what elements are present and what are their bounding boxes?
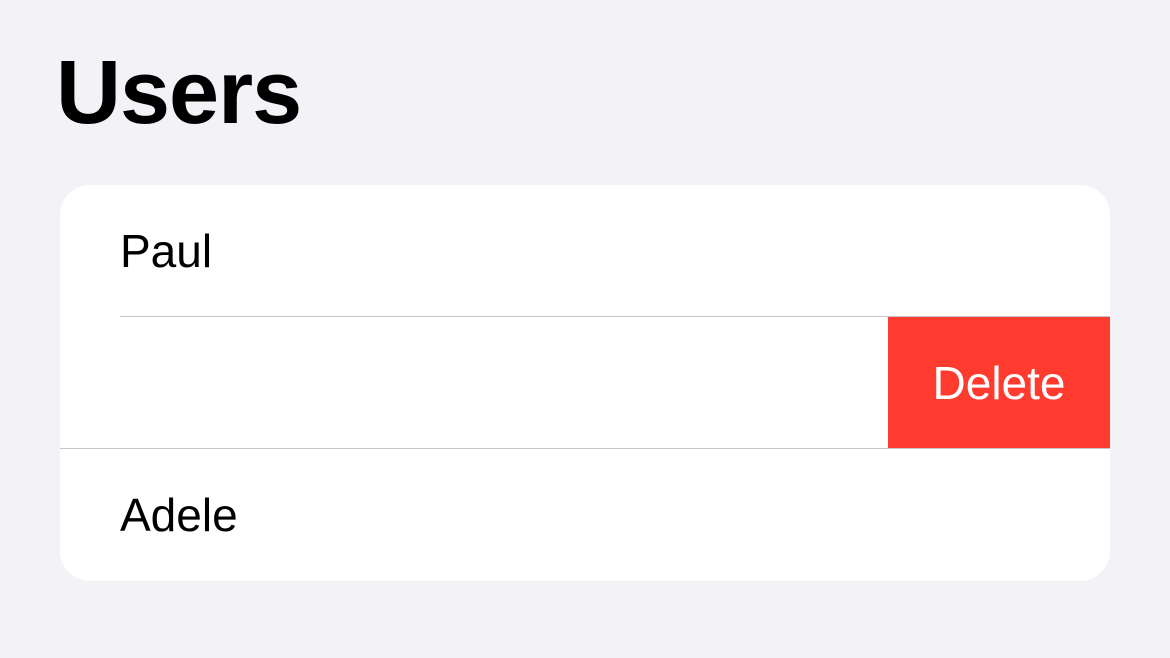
list-item[interactable]: Paul (60, 185, 1110, 317)
delete-button[interactable]: Delete (888, 317, 1110, 449)
list-item[interactable]: Delete (60, 317, 1110, 449)
users-list: Paul Delete Adele (60, 185, 1110, 581)
list-item-label: Adele (60, 488, 238, 542)
list-item[interactable]: Adele (60, 449, 1110, 581)
page-title: Users (0, 0, 1170, 145)
list-item-label: Paul (60, 224, 212, 278)
